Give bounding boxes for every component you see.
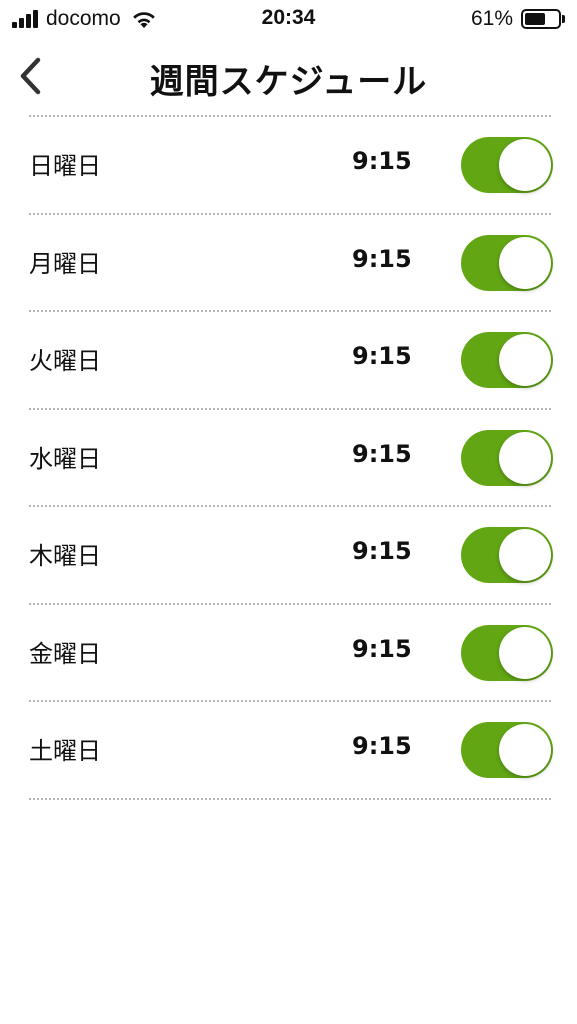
toggle-knob — [499, 139, 551, 191]
toggle-knob — [499, 431, 551, 484]
toggle-switch[interactable] — [461, 137, 553, 193]
battery-icon — [521, 9, 561, 29]
page-title: 週間スケジュール — [149, 62, 428, 102]
day-label: 水曜日 — [29, 444, 101, 473]
toggle-knob — [499, 334, 551, 386]
schedule-row-thursday: 木曜日 9:15 — [29, 507, 553, 605]
day-label: 火曜日 — [29, 347, 101, 375]
toggle-switch[interactable] — [461, 527, 553, 583]
schedule-row-wednesday: 水曜日 9:15 — [29, 410, 553, 507]
toggle-knob — [499, 724, 551, 776]
schedule-row-sunday: 日曜日 9:15 — [29, 117, 553, 215]
status-right: 61% — [471, 6, 565, 32]
time-value[interactable]: 9:15 — [352, 537, 412, 565]
time-value[interactable]: 9:15 — [352, 342, 412, 370]
nav-header: 週間スケジュール — [0, 44, 577, 108]
time-value[interactable]: 9:15 — [352, 147, 412, 175]
day-label: 金曜日 — [29, 639, 101, 668]
time-value[interactable]: 9:15 — [352, 732, 412, 760]
day-label: 日曜日 — [29, 152, 101, 180]
day-label: 月曜日 — [29, 249, 101, 278]
status-bar: docomo 20:34 61% — [0, 0, 577, 40]
schedule-list: 日曜日 9:15 月曜日 9:15 火曜日 9:15 水曜日 9:15 木曜日 … — [29, 115, 553, 800]
toggle-knob — [499, 236, 551, 289]
toggle-switch[interactable] — [461, 234, 553, 291]
day-label: 木曜日 — [29, 542, 101, 570]
toggle-knob — [499, 626, 551, 679]
toggle-switch[interactable] — [461, 624, 553, 681]
time-value[interactable]: 9:15 — [352, 245, 412, 273]
schedule-row-monday: 月曜日 9:15 — [29, 215, 553, 312]
toggle-knob — [499, 529, 551, 581]
toggle-switch[interactable] — [461, 332, 553, 388]
battery-level — [525, 13, 545, 25]
battery-tip — [562, 15, 565, 23]
toggle-switch[interactable] — [461, 429, 553, 486]
time-value[interactable]: 9:15 — [352, 635, 412, 663]
day-label: 土曜日 — [29, 737, 101, 765]
toggle-switch[interactable] — [461, 722, 553, 778]
schedule-row-friday: 金曜日 9:15 — [29, 605, 553, 702]
schedule-row-saturday: 土曜日 9:15 — [29, 702, 553, 800]
time-value[interactable]: 9:15 — [352, 440, 412, 468]
schedule-row-tuesday: 火曜日 9:15 — [29, 312, 553, 410]
battery-percent: 61% — [470, 7, 513, 30]
